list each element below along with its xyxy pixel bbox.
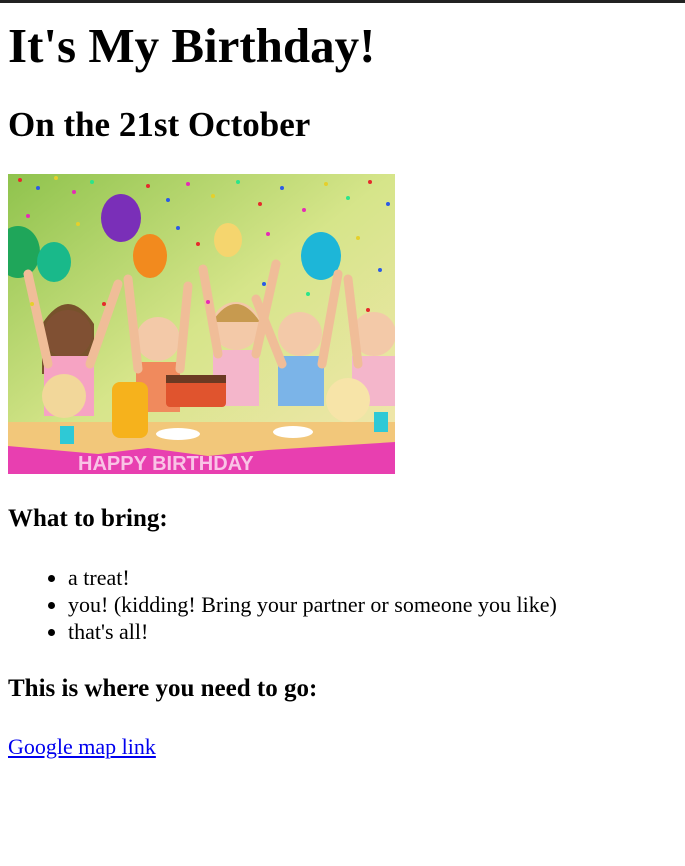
date-subtitle: On the 21st October [8, 105, 311, 144]
balloon [214, 223, 242, 257]
banner-text: HAPPY BIRTHDAY [78, 453, 254, 474]
balloon [37, 242, 71, 282]
list-item: that's all! [68, 618, 557, 645]
what-to-bring-heading: What to bring: [8, 505, 168, 532]
location-heading: This is where you need to go: [8, 675, 318, 702]
balloon [133, 234, 167, 278]
google-map-link[interactable]: Google map link [8, 733, 156, 760]
page-title: It's My Birthday! [8, 18, 376, 73]
cake [166, 379, 226, 407]
list-item: you! (kidding! Bring your partner or som… [68, 591, 557, 618]
bring-list: a treat! you! (kidding! Bring your partn… [8, 564, 557, 645]
balloon [101, 194, 141, 242]
juice-jug [112, 382, 148, 438]
birthday-party-photo: HAPPY BIRTHDAY [8, 174, 395, 474]
list-item: a treat! [68, 564, 557, 591]
